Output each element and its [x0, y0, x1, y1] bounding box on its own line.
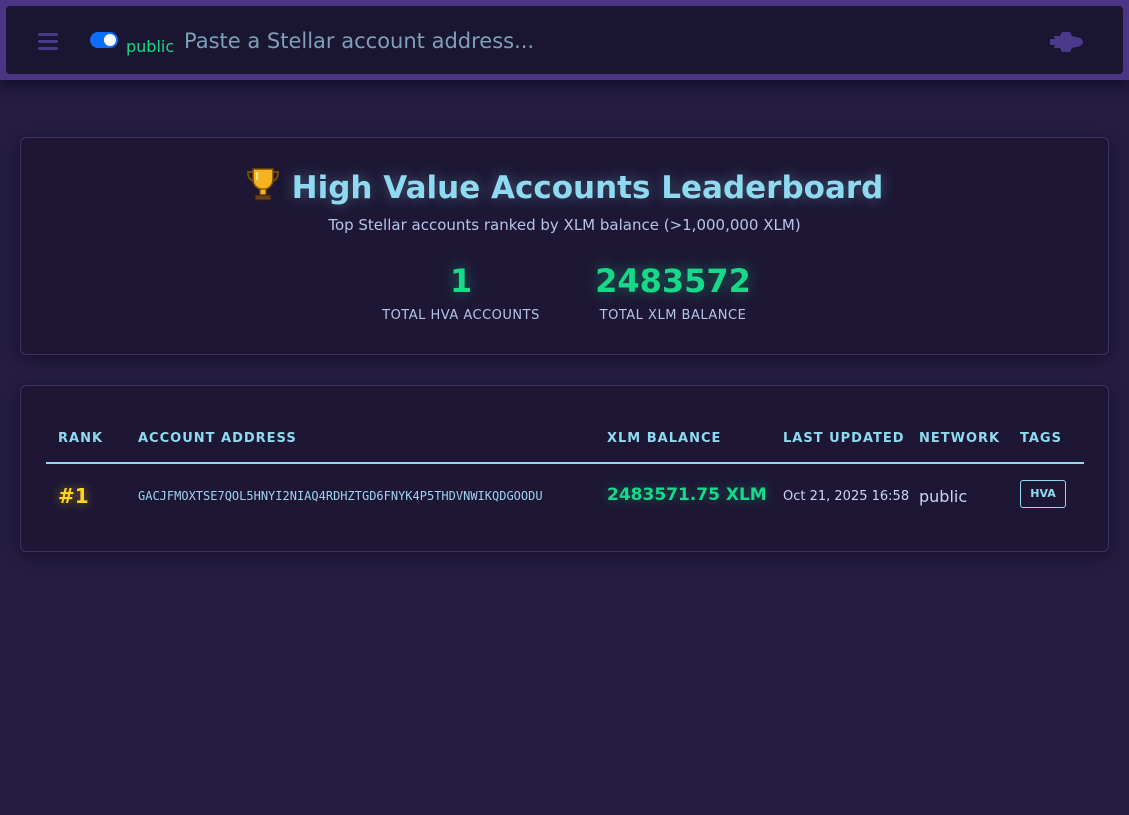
- rocket-icon[interactable]: [1050, 30, 1086, 54]
- rank-cell: #1: [58, 484, 89, 508]
- stat-label: TOTAL XLM BALANCE: [599, 308, 747, 323]
- account-search-input[interactable]: [184, 26, 1014, 56]
- network-toggle[interactable]: [90, 32, 118, 48]
- top-bar-frame: public: [0, 0, 1129, 80]
- stat-total-balance: 2483572 TOTAL XLM BALANCE: [591, 262, 755, 323]
- column-header-tags[interactable]: TAGS: [1020, 431, 1062, 446]
- column-header-rank[interactable]: RANK: [58, 431, 103, 446]
- toggle-knob: [104, 34, 116, 46]
- page-title-row: High Value Accounts Leaderboard: [21, 166, 1108, 206]
- menu-icon[interactable]: [36, 28, 60, 52]
- top-bar: public: [6, 6, 1123, 74]
- balance-cell: 2483571.75 XLM: [607, 485, 767, 505]
- leaderboard-table: RANK ACCOUNT ADDRESS XLM BALANCE LAST UP…: [20, 385, 1109, 552]
- page-title: High Value Accounts Leaderboard: [291, 170, 884, 206]
- account-address-link[interactable]: GACJFMOXTSE7QOL5HNYI2NIAQ4RDHZTGD6FNYK4P…: [138, 489, 543, 503]
- stat-value: 1: [449, 262, 473, 300]
- header-divider: [46, 462, 1084, 464]
- column-header-address[interactable]: ACCOUNT ADDRESS: [138, 431, 297, 446]
- hva-tag-badge: HVA: [1020, 480, 1066, 508]
- column-header-balance[interactable]: XLM BALANCE: [607, 431, 721, 446]
- network-cell: public: [919, 487, 968, 506]
- stat-value: 2483572: [595, 262, 751, 300]
- column-header-updated[interactable]: LAST UPDATED: [783, 431, 905, 446]
- stat-label: TOTAL HVA ACCOUNTS: [382, 308, 540, 323]
- last-updated-cell: Oct 21, 2025 16:58: [783, 489, 910, 504]
- page-subtitle: Top Stellar accounts ranked by XLM balan…: [328, 216, 801, 234]
- network-label: public: [126, 37, 175, 56]
- stat-total-accounts: 1 TOTAL HVA ACCOUNTS: [373, 262, 549, 323]
- column-header-network[interactable]: NETWORK: [919, 431, 1000, 446]
- leaderboard-summary-card: High Value Accounts Leaderboard Top Stel…: [20, 137, 1109, 355]
- trophy-icon: [246, 166, 280, 202]
